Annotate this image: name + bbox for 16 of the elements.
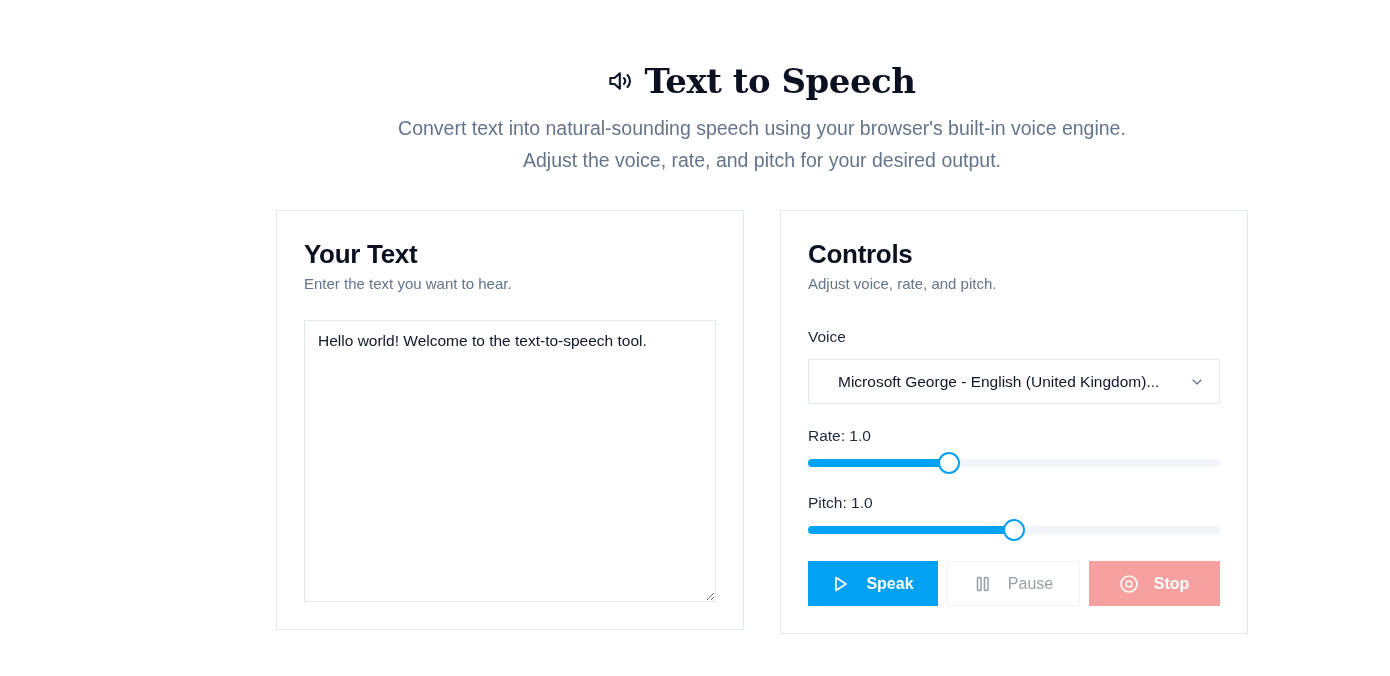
page-subtitle: Convert text into natural-sounding speech using your browser's built-in voice engine. Adjust the voice, rate, and pitch for your desired output. bbox=[397, 116, 1127, 173]
card-description: Enter the text you want to hear. bbox=[304, 274, 513, 294]
card-title: Your Text bbox=[304, 238, 419, 270]
chevron-down-icon bbox=[1192, 378, 1202, 385]
text-input-field[interactable]: Hello world! Welcome to the text-to-speech tool. bbox=[304, 320, 716, 602]
card-description: Adjust voice, rate, and pitch. bbox=[808, 274, 998, 294]
card-title: Controls bbox=[808, 238, 914, 270]
slider-label: Rate: 1.0 bbox=[808, 426, 872, 446]
voice-select[interactable]: Microsoft George - English (United Kingdom)... bbox=[808, 359, 1220, 404]
page-title: Text to Speech bbox=[644, 60, 916, 103]
speak-button[interactable]: Speak bbox=[808, 561, 938, 606]
stop-icon bbox=[1119, 574, 1138, 593]
slider-thumb[interactable] bbox=[1003, 519, 1025, 541]
slider-label: Pitch: 1.0 bbox=[808, 493, 874, 513]
slider-thumb[interactable] bbox=[937, 452, 960, 474]
voice-label: Voice bbox=[808, 327, 847, 347]
